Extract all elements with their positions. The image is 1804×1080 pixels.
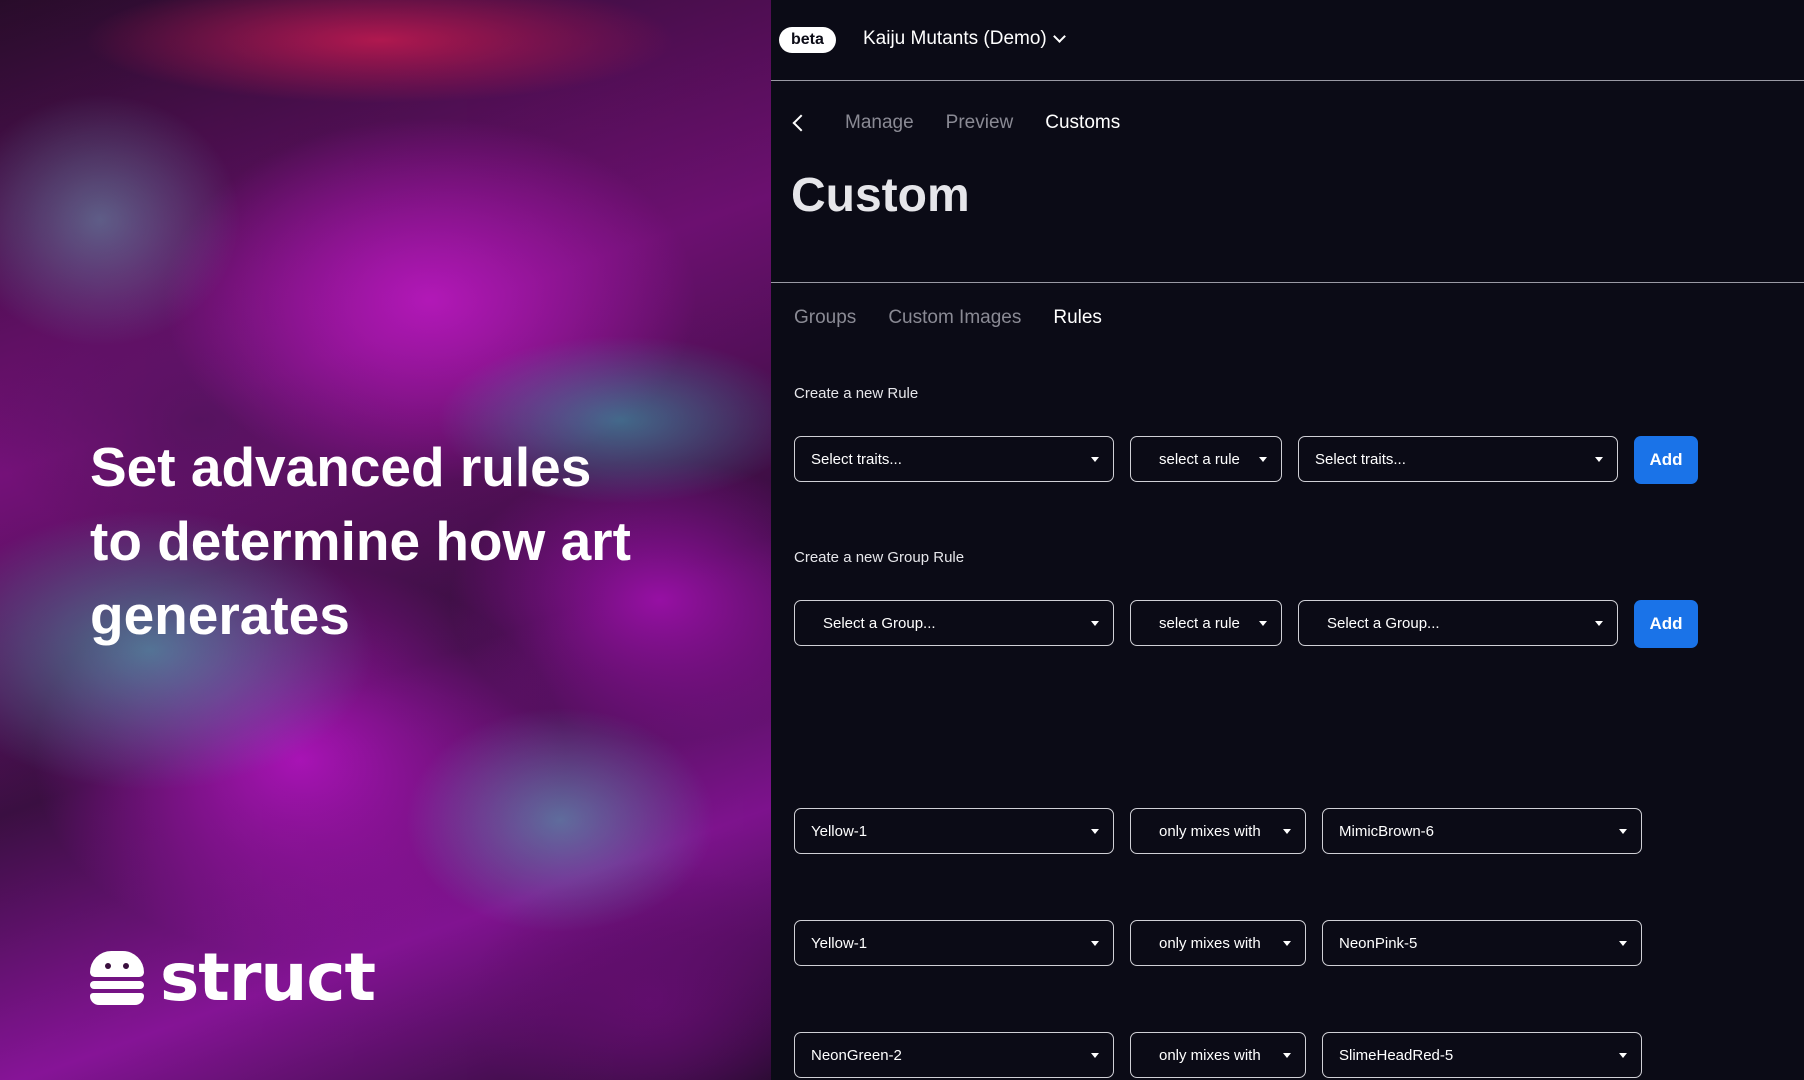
rule-1-right-select[interactable]: NeonPink-5 <box>1322 920 1642 966</box>
select-value: Select traits... <box>811 450 902 468</box>
new-group-rule-label: Create a new Group Rule <box>794 549 965 566</box>
caret-down-icon <box>1619 829 1627 834</box>
brand-name: struct <box>160 939 376 1016</box>
caret-down-icon <box>1259 621 1267 626</box>
select-value: only mixes with <box>1159 934 1261 952</box>
select-value: Yellow-1 <box>811 934 868 952</box>
select-value: NeonPink-5 <box>1339 934 1418 952</box>
new-rule-right-trait-select[interactable]: Select traits... <box>1298 436 1618 482</box>
caret-down-icon <box>1619 941 1627 946</box>
new-rule-left-trait-select[interactable]: Select traits... <box>794 436 1114 482</box>
add-group-rule-button[interactable]: Add <box>1634 600 1698 648</box>
select-value: MimicBrown-6 <box>1339 822 1435 840</box>
main-panel: beta Kaiju Mutants (Demo) Manage Preview… <box>771 0 1804 1080</box>
tab-preview[interactable]: Preview <box>946 112 1014 134</box>
tab-rules[interactable]: Rules <box>1053 307 1102 329</box>
rule-1-rule-select[interactable]: only mixes with <box>1130 920 1306 966</box>
new-rule-rule-select[interactable]: select a rule <box>1130 436 1282 482</box>
caret-down-icon <box>1595 621 1603 626</box>
rule-0-right-select[interactable]: MimicBrown-6 <box>1322 808 1642 854</box>
hero-panel: Set advanced rules to determine how art … <box>0 0 771 1080</box>
new-group-rule-right-group-select[interactable]: Select a Group... <box>1298 600 1618 646</box>
select-value: Yellow-1 <box>811 822 868 840</box>
rule-2-right-select[interactable]: SlimeHeadRed-5 <box>1322 1032 1642 1078</box>
caret-down-icon <box>1259 457 1267 462</box>
caret-down-icon <box>1283 941 1291 946</box>
project-switcher[interactable]: Kaiju Mutants (Demo) <box>863 28 1066 50</box>
select-value: only mixes with <box>1159 1046 1261 1064</box>
rule-2-left-select[interactable]: NeonGreen-2 <box>794 1032 1114 1078</box>
select-value: only mixes with <box>1159 822 1261 840</box>
rule-2-rule-select[interactable]: only mixes with <box>1130 1032 1306 1078</box>
caret-down-icon <box>1091 829 1099 834</box>
sub-tabs: Groups Custom Images Rules <box>794 307 1102 329</box>
top-nav: Manage Preview Customs <box>792 112 1120 134</box>
caret-down-icon <box>1091 621 1099 626</box>
divider <box>771 282 1804 283</box>
chevron-down-icon <box>1052 30 1066 43</box>
rule-0-left-select[interactable]: Yellow-1 <box>794 808 1114 854</box>
brand: struct <box>90 939 376 1016</box>
beta-badge: beta <box>779 27 836 53</box>
caret-down-icon <box>1283 1053 1291 1058</box>
topbar: beta Kaiju Mutants (Demo) <box>771 0 1804 81</box>
new-group-rule-rule-select[interactable]: select a rule <box>1130 600 1282 646</box>
new-rule-label: Create a new Rule <box>794 385 919 402</box>
caret-down-icon <box>1091 1053 1099 1058</box>
caret-down-icon <box>1619 1053 1627 1058</box>
caret-down-icon <box>1091 457 1099 462</box>
tab-groups[interactable]: Groups <box>794 307 856 329</box>
tab-custom-images[interactable]: Custom Images <box>888 307 1021 329</box>
select-value: Select a Group... <box>823 614 936 632</box>
caret-down-icon <box>1283 829 1291 834</box>
back-arrow-icon[interactable] <box>792 114 810 132</box>
hero-headline: Set advanced rules to determine how art … <box>90 436 631 646</box>
new-group-rule-left-group-select[interactable]: Select a Group... <box>794 600 1114 646</box>
select-value: Select a Group... <box>1327 614 1440 632</box>
project-name: Kaiju Mutants (Demo) <box>863 28 1047 49</box>
caret-down-icon <box>1595 457 1603 462</box>
rule-1-left-select[interactable]: Yellow-1 <box>794 920 1114 966</box>
select-value: select a rule <box>1159 614 1240 632</box>
caret-down-icon <box>1091 941 1099 946</box>
tab-manage[interactable]: Manage <box>845 112 914 134</box>
page-title: Custom <box>791 169 970 222</box>
add-rule-button[interactable]: Add <box>1634 436 1698 484</box>
select-value: NeonGreen-2 <box>811 1046 902 1064</box>
rule-0-rule-select[interactable]: only mixes with <box>1130 808 1306 854</box>
select-value: Select traits... <box>1315 450 1406 468</box>
select-value: select a rule <box>1159 450 1240 468</box>
tab-customs[interactable]: Customs <box>1045 112 1120 134</box>
struct-logo-icon <box>90 951 144 1005</box>
select-value: SlimeHeadRed-5 <box>1339 1046 1454 1064</box>
